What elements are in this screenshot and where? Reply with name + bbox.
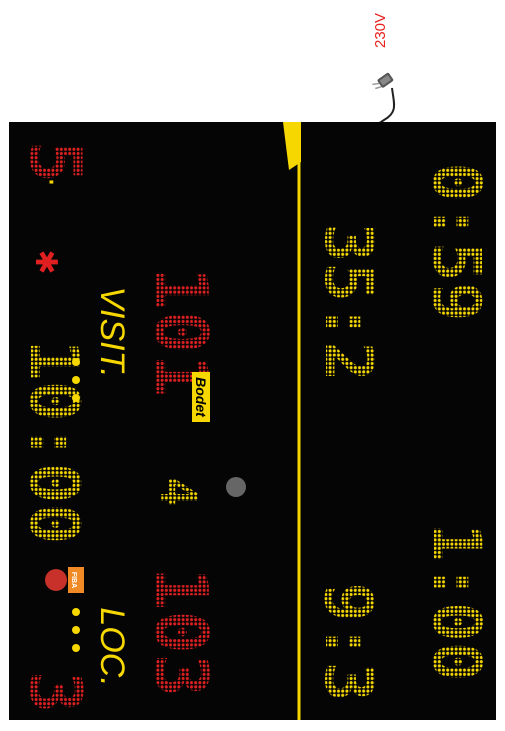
row2-right: 0:59 bbox=[418, 163, 495, 322]
possession-dot-icon: · bbox=[33, 177, 68, 187]
away-label: VISIT. bbox=[93, 286, 131, 377]
game-clock: 10:00 bbox=[14, 340, 93, 545]
home-fouls bbox=[72, 608, 80, 652]
fiba-logo: FIBA bbox=[45, 567, 84, 593]
horn-icon bbox=[226, 477, 246, 497]
possession-star-icon: ✱ bbox=[28, 249, 63, 274]
voltage-label: 230V bbox=[372, 12, 389, 48]
home-label: LOC. bbox=[93, 607, 131, 686]
away-score: 101 bbox=[139, 267, 223, 397]
away-fouls bbox=[72, 358, 80, 402]
row2-left: 1:00 bbox=[418, 523, 495, 682]
period-number: 4 bbox=[149, 477, 207, 507]
power-cable bbox=[377, 87, 396, 125]
top-left-red-digit: 3 bbox=[14, 671, 96, 713]
row1-left: 9:3 bbox=[310, 582, 387, 701]
home-score: 103 bbox=[139, 567, 223, 697]
plug-head bbox=[372, 72, 394, 90]
scoreboard: FIBA 10:00 3 5 ✱ · LOC. VISIT. 103 101 4 bbox=[9, 122, 496, 720]
row1-right: 35:2 bbox=[310, 223, 387, 382]
brand-label: Bodet bbox=[193, 377, 209, 418]
svg-text:FIBA: FIBA bbox=[70, 572, 77, 588]
divider-curve bbox=[283, 122, 301, 170]
scoreboard-display: FIBA 10:00 3 5 ✱ · LOC. VISIT. 103 101 4 bbox=[14, 122, 495, 720]
